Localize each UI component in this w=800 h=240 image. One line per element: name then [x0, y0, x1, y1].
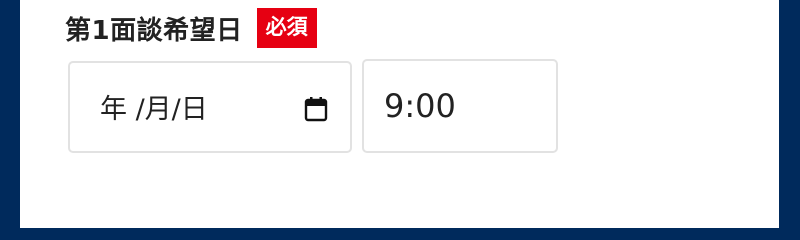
time-input[interactable]: 9:00 — [362, 59, 558, 153]
required-badge: 必須 — [256, 8, 317, 48]
time-input-value: 9:00 — [384, 87, 456, 125]
field-label: 第1面談希望日 — [65, 15, 243, 46]
date-input-placeholder: 年 /月/日 — [100, 94, 208, 125]
form-panel: 第1面談希望日 必須 年 /月/日 9:00 — [20, 0, 779, 228]
field-label-row: 第1面談希望日 必須 — [65, 5, 317, 51]
calendar-icon[interactable] — [304, 96, 328, 122]
date-input[interactable]: 年 /月/日 — [68, 61, 352, 153]
